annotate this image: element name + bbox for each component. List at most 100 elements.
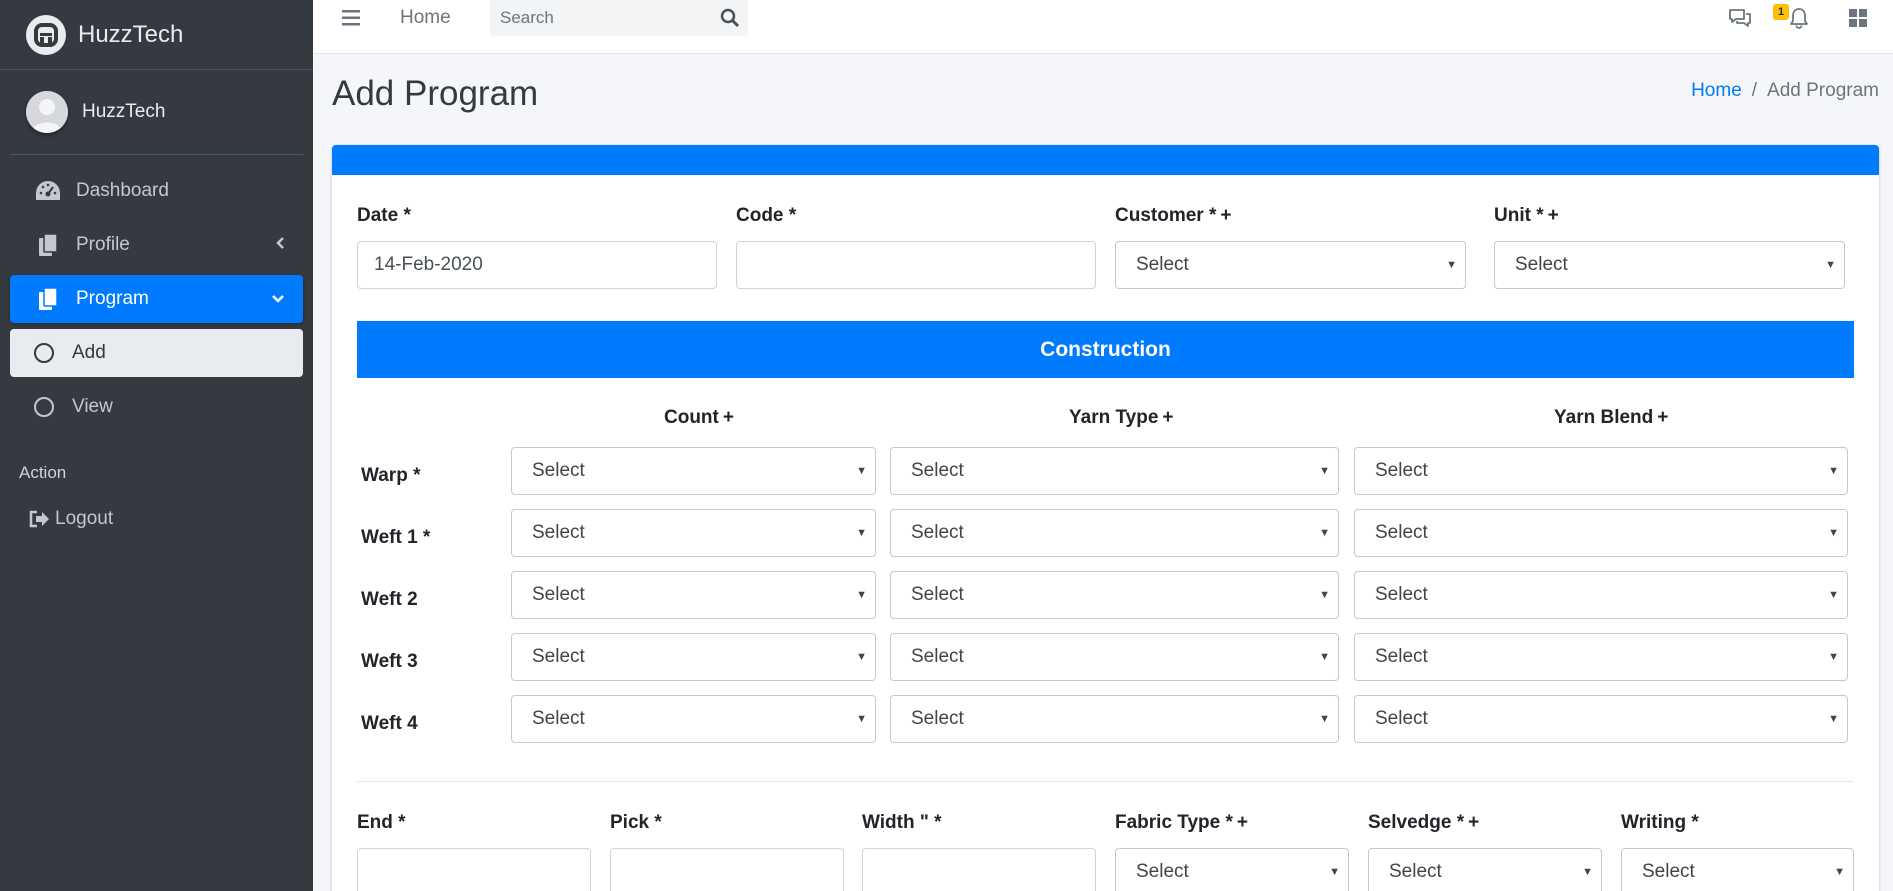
width-input[interactable] (862, 848, 1096, 891)
select-value: Select (532, 646, 585, 667)
weft-2-yarn-type-select[interactable]: Select ▼ (890, 571, 1339, 619)
select-value: Select (1375, 708, 1428, 729)
weft-3-count-select[interactable]: Select ▼ (511, 633, 876, 681)
fabric-type-label-text: Fabric Type * (1115, 812, 1233, 833)
warp-row-label: Warp * (361, 465, 421, 486)
sidebar-item-label: Dashboard (76, 180, 169, 201)
dropdown-arrow-icon: ▼ (1828, 589, 1839, 601)
sign-out-icon (29, 510, 51, 528)
customer-label-text: Customer * (1115, 205, 1217, 226)
select-value: Select (532, 708, 585, 729)
add-unit-plus-icon[interactable]: + (1548, 205, 1559, 226)
code-label: Code * (736, 205, 797, 226)
select-value: Select (1642, 861, 1695, 882)
pick-input[interactable] (610, 848, 844, 891)
add-program-card: Date * 14-Feb-2020 Code * Customer * + Se… (332, 145, 1879, 891)
copy-icon (34, 287, 62, 311)
weft-3-yarn-type-select[interactable]: Select ▼ (890, 633, 1339, 681)
weft-2-yarn-blend-select[interactable]: Select ▼ (1354, 571, 1848, 619)
construction-header: Construction (357, 321, 1854, 378)
weft-2-count-select[interactable]: Select ▼ (511, 571, 876, 619)
menu-toggle-icon[interactable] (342, 9, 362, 27)
add-yarn-type-plus-icon[interactable]: + (1162, 407, 1173, 428)
end-label: End * (357, 812, 406, 833)
select-value: Select (1375, 460, 1428, 481)
dropdown-arrow-icon: ▼ (1319, 713, 1330, 725)
sidebar-item-profile[interactable]: Profile (10, 221, 303, 269)
section-divider (357, 781, 1854, 782)
grid-icon[interactable] (1845, 6, 1871, 30)
bell-icon[interactable] (1786, 6, 1812, 30)
weft-1-yarn-blend-select[interactable]: Select ▼ (1354, 509, 1848, 557)
customer-select[interactable]: Select ▼ (1115, 241, 1466, 289)
date-input[interactable]: 14-Feb-2020 (357, 241, 717, 289)
sidebar-item-label: View (72, 396, 113, 417)
end-input[interactable] (357, 848, 591, 891)
search-icon[interactable] (720, 8, 740, 28)
add-customer-plus-icon[interactable]: + (1220, 205, 1231, 226)
dropdown-arrow-icon: ▼ (1828, 527, 1839, 539)
breadcrumb-home-link[interactable]: Home (1691, 80, 1742, 101)
user-name: HuzzTech (82, 101, 166, 122)
add-yarn-blend-plus-icon[interactable]: + (1657, 407, 1668, 428)
page-title: Add Program (332, 74, 539, 113)
brand-link[interactable]: HuzzTech (0, 0, 313, 70)
weft-1-count-select[interactable]: Select ▼ (511, 509, 876, 557)
weft-2-row-label: Weft 2 (361, 589, 418, 610)
code-input[interactable] (736, 241, 1096, 289)
select-value: Select (911, 460, 964, 481)
weft-1-row-label: Weft 1 * (361, 527, 431, 548)
sidebar-item-dashboard[interactable]: Dashboard (10, 167, 303, 215)
add-count-plus-icon[interactable]: + (723, 407, 734, 428)
weft-3-yarn-blend-select[interactable]: Select ▼ (1354, 633, 1848, 681)
select-value: Select (1136, 861, 1189, 882)
chevron-left-icon (275, 234, 285, 256)
select-value: Select (532, 584, 585, 605)
warp-yarn-blend-select[interactable]: Select ▼ (1354, 447, 1848, 495)
add-selvedge-plus-icon[interactable]: + (1468, 812, 1479, 833)
weft-4-yarn-blend-select[interactable]: Select ▼ (1354, 695, 1848, 743)
pick-label: Pick * (610, 812, 662, 833)
circle-icon (30, 342, 58, 364)
weft-4-yarn-type-select[interactable]: Select ▼ (890, 695, 1339, 743)
sidebar-item-program[interactable]: Program (10, 275, 303, 323)
copy-icon (34, 233, 62, 257)
dropdown-arrow-icon: ▼ (1319, 465, 1330, 477)
dropdown-arrow-icon: ▼ (1825, 259, 1836, 271)
sidebar-item-add[interactable]: Add (10, 329, 303, 377)
dropdown-arrow-icon: ▼ (1828, 651, 1839, 663)
warp-yarn-type-select[interactable]: Select ▼ (890, 447, 1339, 495)
logout-label: Logout (55, 508, 114, 529)
selvedge-select[interactable]: Select ▼ (1368, 848, 1602, 891)
user-panel[interactable]: HuzzTech (10, 70, 303, 155)
writing-select[interactable]: Select ▼ (1621, 848, 1854, 891)
warp-count-select[interactable]: Select ▼ (511, 447, 876, 495)
search-box (490, 0, 748, 36)
select-value: Select (1375, 646, 1428, 667)
customer-select-value: Select (1136, 254, 1189, 275)
add-fabric-type-plus-icon[interactable]: + (1237, 812, 1248, 833)
customer-label: Customer * + (1115, 205, 1231, 227)
select-value: Select (532, 460, 585, 481)
breadcrumb: Home / Add Program (1691, 80, 1879, 102)
dropdown-arrow-icon: ▼ (856, 589, 867, 601)
comments-icon[interactable] (1727, 6, 1753, 30)
search-input[interactable] (490, 0, 710, 36)
weft-4-count-select[interactable]: Select ▼ (511, 695, 876, 743)
date-label: Date * (357, 205, 411, 226)
selvedge-label-text: Selvedge * (1368, 812, 1465, 833)
unit-label-text: Unit * (1494, 205, 1544, 226)
sidebar-nav: Dashboard Profile Program Add View (0, 155, 313, 431)
sidebar-item-view[interactable]: View (10, 383, 303, 431)
unit-select[interactable]: Select ▼ (1494, 241, 1845, 289)
logout-link[interactable]: Logout (10, 495, 303, 543)
dropdown-arrow-icon: ▼ (1319, 651, 1330, 663)
breadcrumb-separator: / (1751, 80, 1758, 101)
weft-1-yarn-type-select[interactable]: Select ▼ (890, 509, 1339, 557)
fabric-type-select[interactable]: Select ▼ (1115, 848, 1349, 891)
select-value: Select (1389, 861, 1442, 882)
dropdown-arrow-icon: ▼ (1834, 866, 1845, 878)
topbar-home-link[interactable]: Home (400, 7, 451, 29)
chevron-down-icon (271, 288, 285, 310)
unit-select-value: Select (1515, 254, 1568, 275)
